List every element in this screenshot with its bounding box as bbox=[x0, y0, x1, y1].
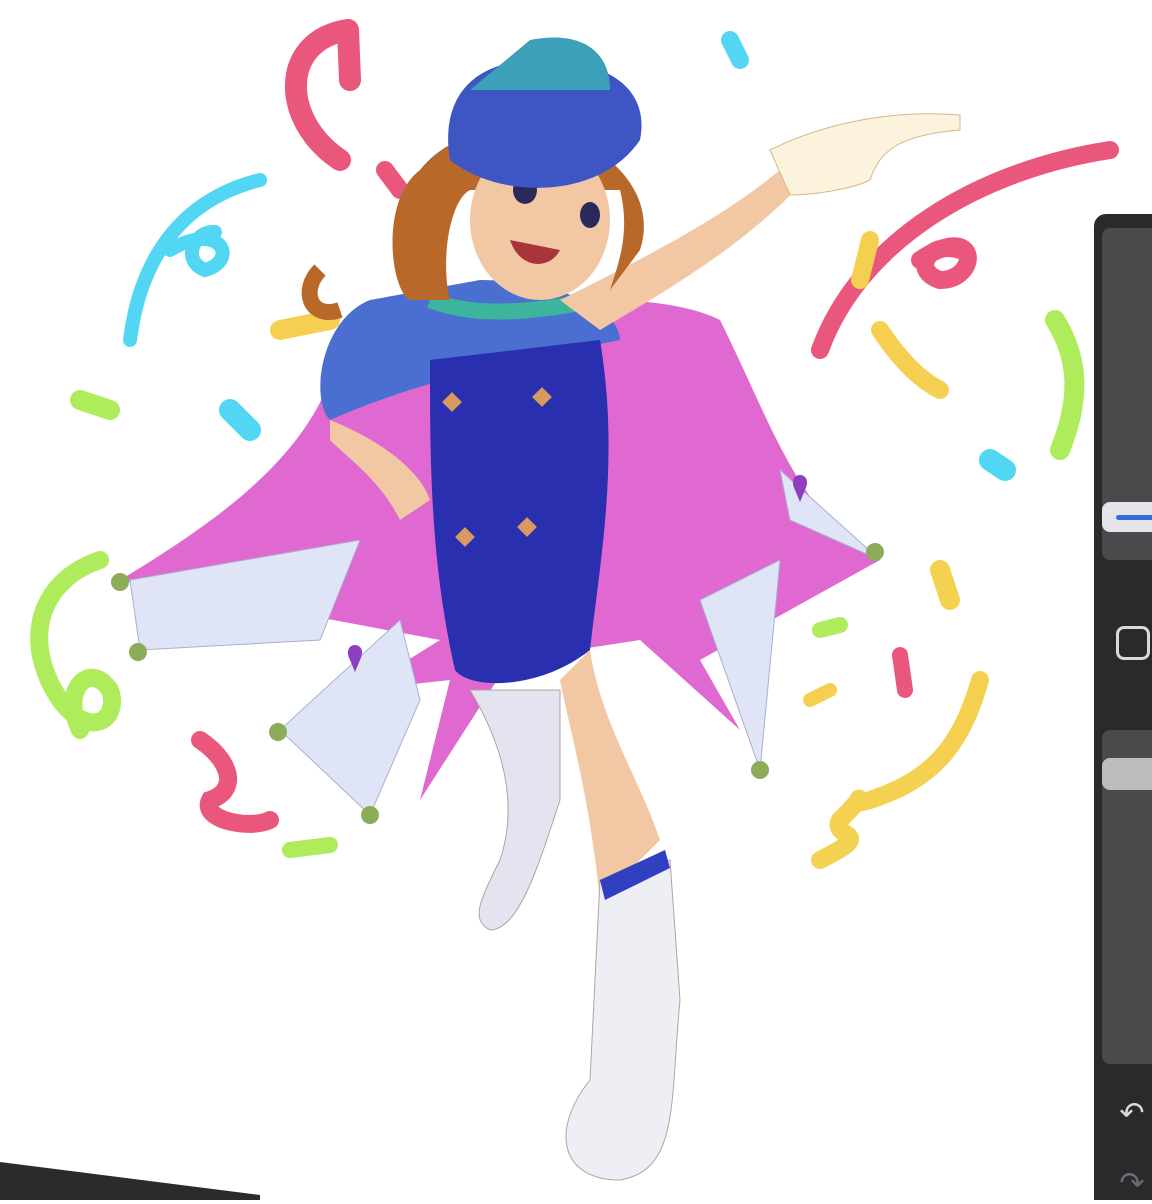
glove bbox=[769, 113, 961, 196]
canvas-edge bbox=[0, 1162, 260, 1200]
brush-size-handle[interactable] bbox=[1102, 502, 1152, 532]
boot-right bbox=[565, 859, 681, 1181]
undo-button[interactable]: ↶ bbox=[1112, 1094, 1152, 1134]
leg-left bbox=[469, 689, 561, 931]
drawing-canvas[interactable] bbox=[0, 0, 1152, 1200]
undo-arrow-icon: ↶ bbox=[1119, 1096, 1145, 1131]
tool-sidebar: ↶ ↷ bbox=[1094, 214, 1152, 1201]
redo-button[interactable]: ↷ bbox=[1112, 1164, 1152, 1204]
modify-button[interactable] bbox=[1116, 626, 1150, 660]
character-illustration bbox=[30, 19, 1119, 1181]
redo-arrow-icon: ↷ bbox=[1119, 1166, 1145, 1201]
dress bbox=[430, 340, 609, 684]
opacity-handle[interactable] bbox=[1102, 758, 1152, 790]
